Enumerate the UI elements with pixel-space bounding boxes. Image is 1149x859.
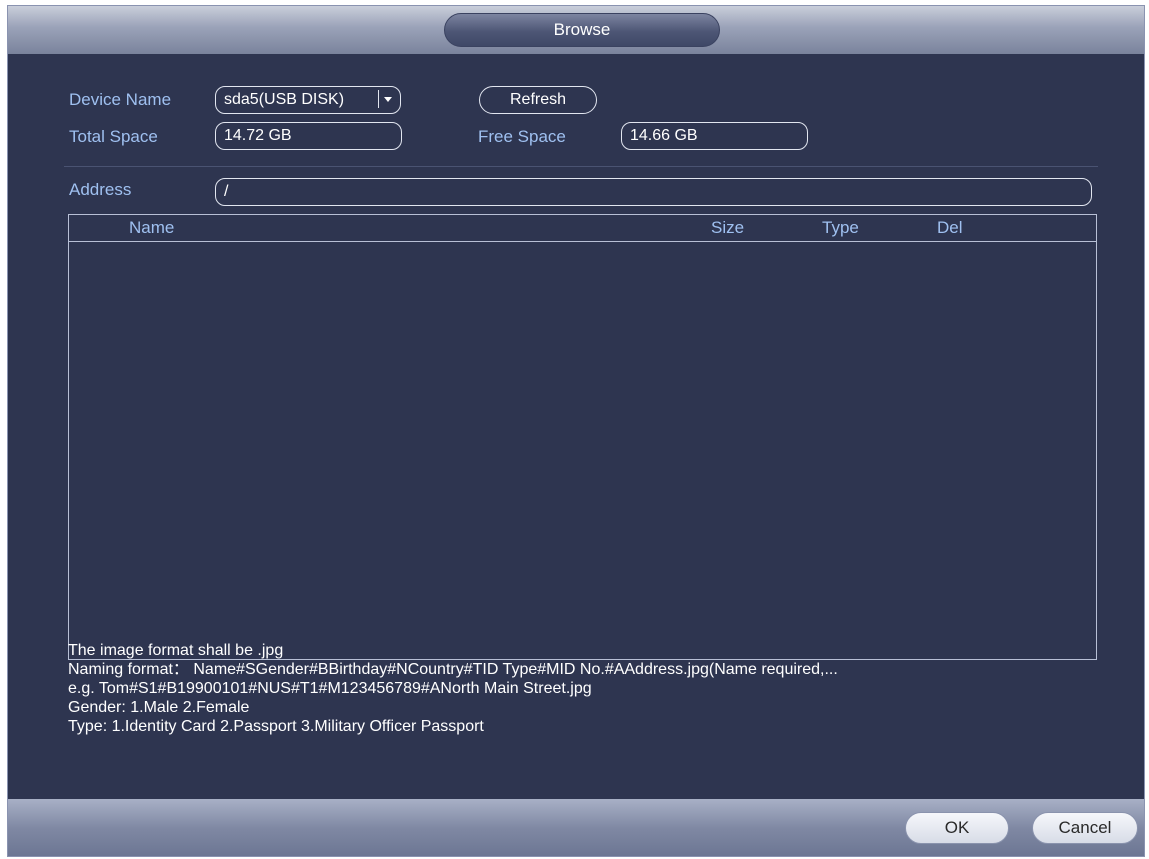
chevron-down-icon[interactable] — [378, 90, 397, 108]
note-line: Type: 1.Identity Card 2.Passport 3.Milit… — [68, 718, 484, 735]
note-line: The image format shall be .jpg — [68, 642, 284, 659]
cancel-button[interactable]: Cancel — [1032, 812, 1138, 844]
free-space-field: 14.66 GB — [621, 122, 808, 150]
refresh-button[interactable]: Refresh — [479, 86, 597, 114]
column-header-name[interactable]: Name — [129, 218, 174, 238]
column-header-size[interactable]: Size — [711, 218, 744, 238]
note-line: e.g. Tom#S1#B19900101#NUS#T1#M123456789#… — [68, 680, 592, 697]
file-table[interactable]: Name Size Type Del — [68, 214, 1097, 660]
total-space-label: Total Space — [69, 127, 158, 146]
device-name-value: sda5(USB DISK) — [224, 91, 345, 108]
dialog-title: Browse — [444, 13, 720, 47]
address-label: Address — [69, 180, 132, 199]
note-line: Naming format： Name#SGender#BBirthday#NC… — [68, 661, 838, 678]
total-space-field: 14.72 GB — [215, 122, 402, 150]
free-space-value: 14.66 GB — [630, 127, 698, 144]
button-bar: OK Cancel — [8, 799, 1144, 856]
free-space-label: Free Space — [478, 127, 566, 146]
device-name-label: Device Name — [69, 90, 172, 109]
column-header-type[interactable]: Type — [822, 218, 859, 238]
import-notes: The image format shall be .jpg Naming fo… — [68, 641, 1128, 736]
total-space-value: 14.72 GB — [224, 127, 292, 144]
address-value: / — [224, 183, 229, 200]
address-field[interactable]: / — [215, 178, 1092, 206]
browse-dialog: Browse Device Name sda5(USB DISK) Refres… — [7, 5, 1145, 857]
column-header-del[interactable]: Del — [937, 218, 963, 238]
title-bar: Browse — [8, 6, 1144, 54]
device-name-select[interactable]: sda5(USB DISK) — [215, 86, 401, 114]
section-divider — [64, 166, 1098, 167]
note-line: Gender: 1.Male 2.Female — [68, 699, 250, 716]
ok-button[interactable]: OK — [905, 812, 1009, 844]
table-header: Name Size Type Del — [69, 215, 1096, 242]
